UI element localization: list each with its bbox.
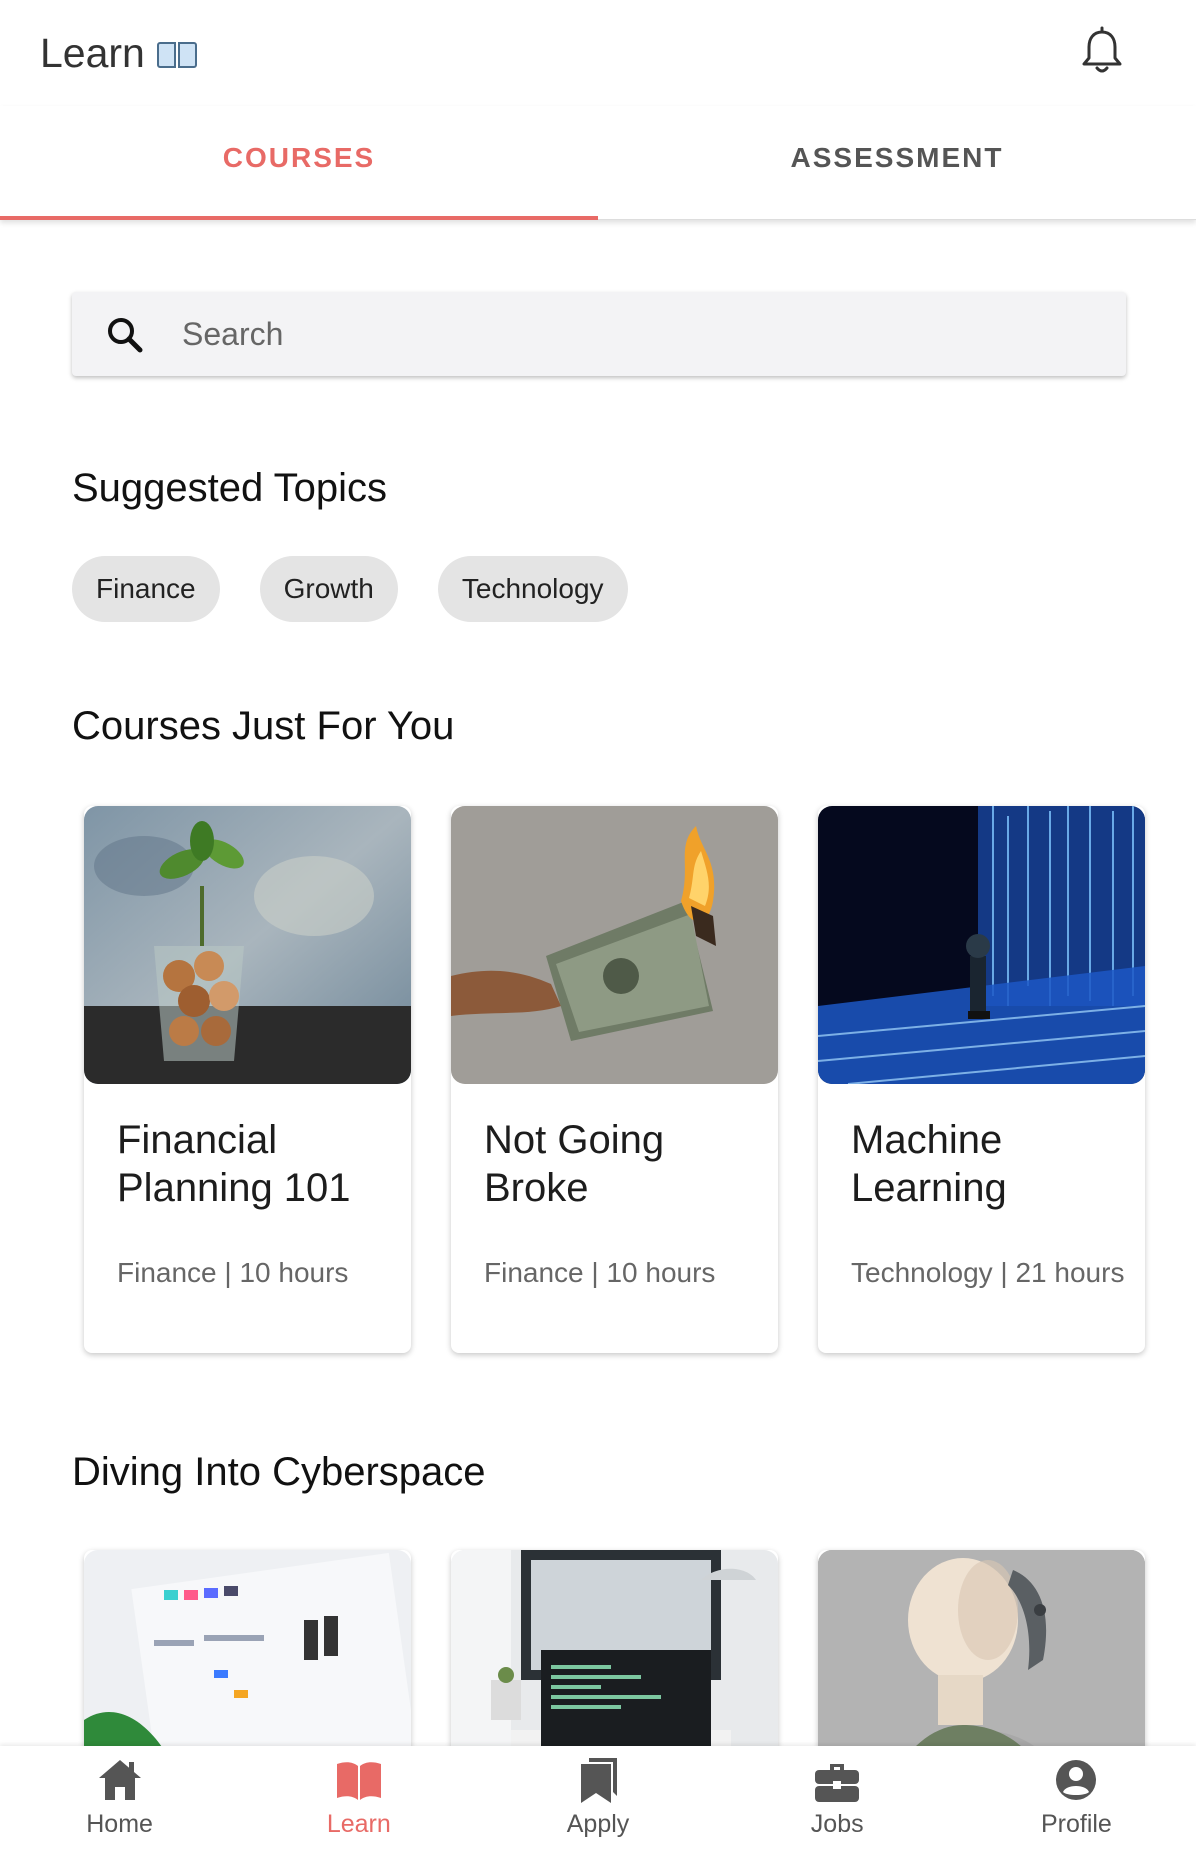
book-icon: [336, 1762, 381, 1800]
nav-jobs-label: Jobs: [810, 1810, 864, 1838]
course-card[interactable]: Machine Learning Technology | 21 hours: [818, 806, 1145, 1353]
open-book-icon: [156, 38, 197, 70]
nav-home[interactable]: Home: [0, 1746, 239, 1860]
bookmarks-icon: [581, 1758, 617, 1803]
nav-apply-label: Apply: [566, 1810, 630, 1838]
app-header: Learn: [0, 0, 1196, 106]
tab-courses-label: COURSES: [222, 142, 376, 173]
account-circle-icon: [1056, 1760, 1097, 1800]
chip-technology[interactable]: Technology: [437, 556, 628, 622]
suggested-topics-heading: Suggested Topics: [72, 466, 388, 510]
course-title: Financial Planning 101: [117, 1118, 351, 1210]
chip-growth[interactable]: Growth: [259, 556, 398, 622]
search-bar: [72, 292, 1126, 376]
topic-chips: Finance Growth Technology: [72, 556, 628, 622]
course-card[interactable]: Not Going Broke Finance | 10 hours: [451, 806, 778, 1353]
page-title: Learn: [40, 30, 197, 77]
course-meta: Technology | 21 hours: [851, 1257, 1125, 1288]
course-title: Machine Learning: [851, 1118, 1007, 1210]
learn-screen: Learn COURSES ASSESSMENT Suggested Topic…: [0, 0, 1196, 1860]
search-icon: [108, 318, 143, 353]
nav-apply[interactable]: Apply: [478, 1746, 717, 1860]
search-input[interactable]: [182, 310, 1082, 358]
briefcase-icon: [815, 1764, 860, 1802]
nav-learn[interactable]: Learn: [239, 1746, 478, 1860]
home-icon: [98, 1760, 141, 1800]
bell-icon[interactable]: [1078, 26, 1126, 78]
chip-finance[interactable]: Finance: [72, 556, 220, 622]
courses-for-you-heading: Courses Just For You: [72, 704, 455, 748]
burning-money-photo: [451, 806, 778, 1084]
page-title-text: Learn: [40, 30, 145, 76]
robot-digital-light-photo: [818, 806, 1145, 1084]
course-title: Not Going Broke: [484, 1118, 665, 1210]
nav-learn-label: Learn: [326, 1810, 391, 1838]
nav-jobs[interactable]: Jobs: [718, 1746, 957, 1860]
tab-bar: COURSES ASSESSMENT: [0, 106, 1196, 220]
nav-home-label: Home: [86, 1810, 153, 1838]
nav-profile[interactable]: Profile: [957, 1746, 1196, 1860]
course-meta: Finance | 10 hours: [484, 1257, 716, 1288]
bottom-navigation: Home Learn Apply Jobs Profile: [0, 1746, 1196, 1860]
tab-assessment-label: ASSESSMENT: [790, 142, 1004, 173]
nav-profile-label: Profile: [1040, 1810, 1112, 1838]
course-meta: Finance | 10 hours: [117, 1257, 349, 1288]
cyberspace-heading: Diving Into Cyberspace: [72, 1450, 486, 1494]
tab-courses[interactable]: COURSES: [0, 106, 598, 220]
tab-assessment[interactable]: ASSESSMENT: [598, 106, 1196, 220]
course-card[interactable]: Financial Planning 101 Finance | 10 hour…: [84, 806, 411, 1353]
coins-with-plant-photo: [84, 806, 411, 1084]
courses-for-you-list: Financial Planning 101 Finance | 10 hour…: [84, 806, 1145, 1353]
